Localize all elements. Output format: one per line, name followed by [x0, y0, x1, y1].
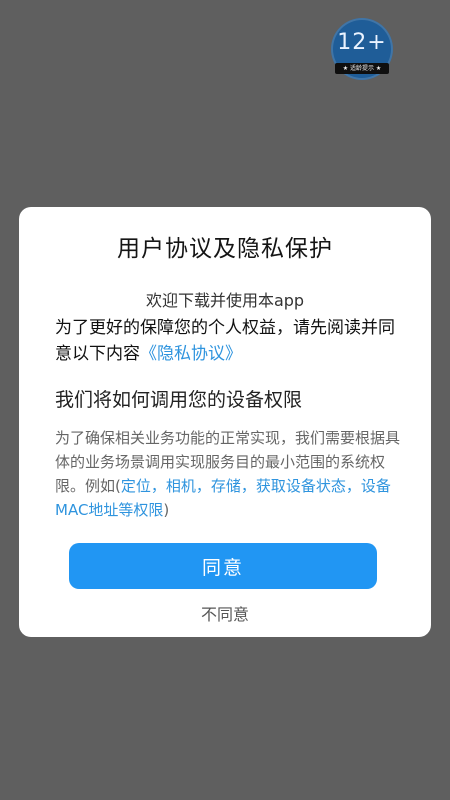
agree-button[interactable]: 同意 [69, 543, 377, 589]
age-rating-label: 12+ [337, 30, 387, 55]
intro-paragraph: 为了更好的保障您的个人权益，请先阅读并同意以下内容《隐私协议》 [55, 315, 405, 367]
permissions-close-paren: ) [163, 501, 170, 519]
privacy-dialog: 用户协议及隐私保护 欢迎下载并使用本app 为了更好的保障您的个人权益，请先阅读… [19, 207, 431, 637]
privacy-policy-link[interactable]: 《隐私协议》 [140, 344, 242, 364]
disagree-button[interactable]: 不同意 [19, 601, 431, 625]
dialog-title: 用户协议及隐私保护 [117, 236, 333, 262]
age-rating-caption: ★ 适龄提示 ★ [335, 63, 389, 74]
welcome-text: 欢迎下载并使用本app [145, 291, 305, 310]
permissions-description: 为了确保相关业务功能的正常实现，我们需要根据具体的业务场景调用实现服务目的最小范… [55, 426, 407, 522]
permissions-section-title: 我们将如何调用您的设备权限 [55, 389, 303, 411]
age-rating-badge: 12+ ★ 适龄提示 ★ [331, 18, 393, 80]
